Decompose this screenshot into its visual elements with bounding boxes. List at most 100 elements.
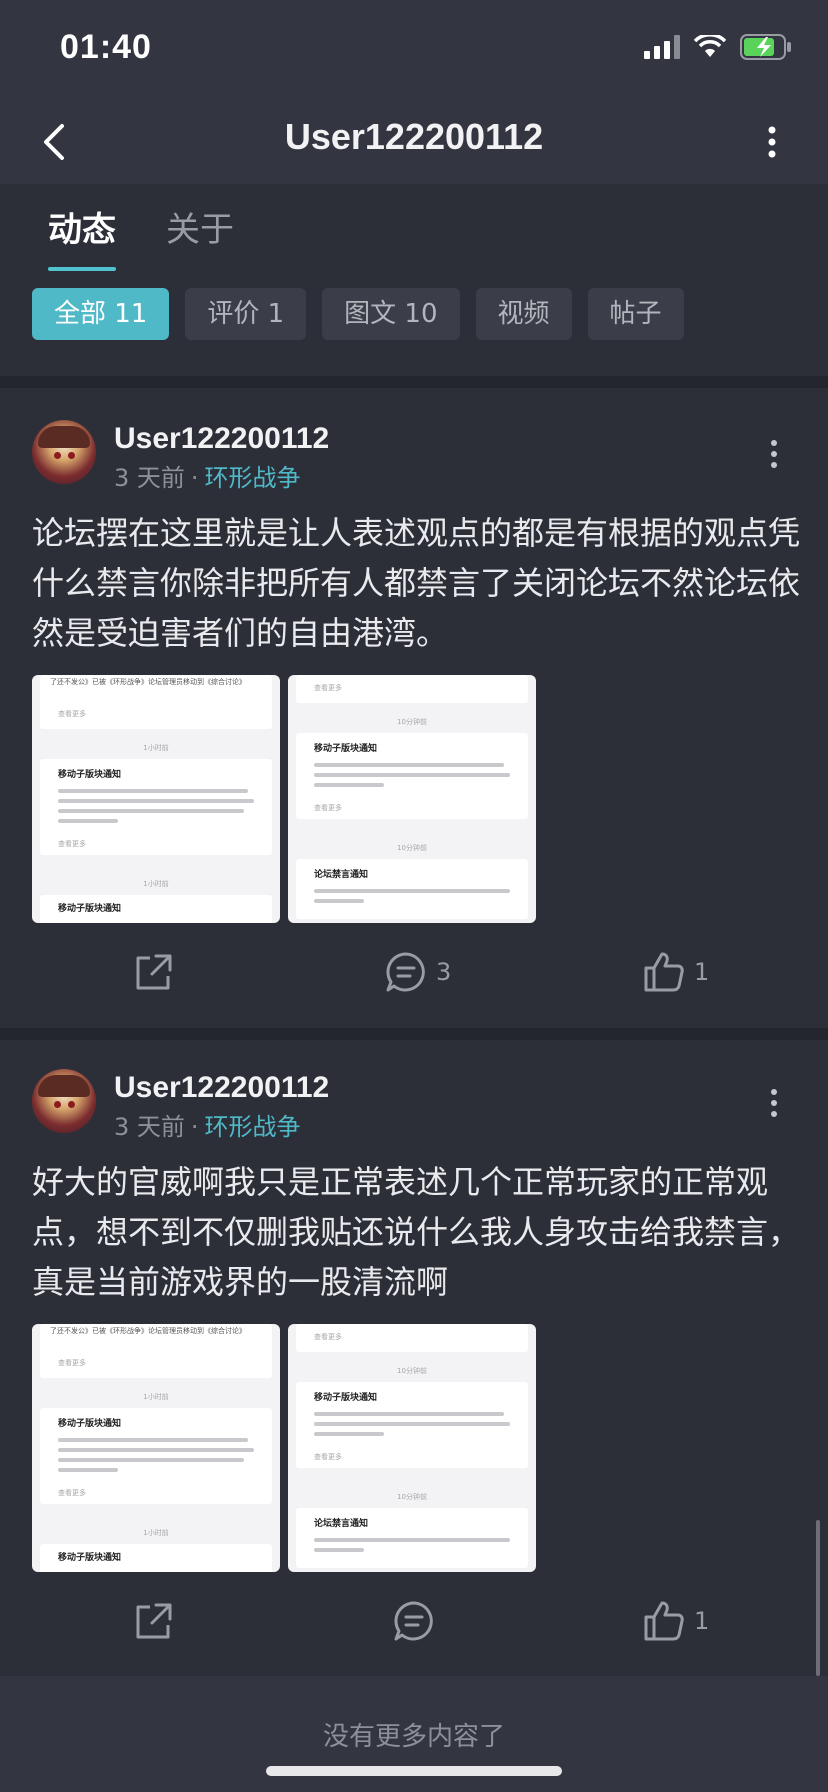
text-line (58, 1438, 248, 1442)
more-vertical-icon[interactable] (768, 1087, 780, 1119)
notice-more: 查看更多 (58, 710, 86, 718)
like-count: 1 (694, 958, 710, 986)
scrollbar[interactable] (816, 1520, 820, 1676)
notice-more: 查看更多 (314, 684, 342, 692)
text-line (58, 789, 248, 793)
tab-bar: 动态 关于 (48, 202, 234, 271)
screenshot-thumbnail[interactable]: 了还不发公》已被《环形战争》论坛管理员移动到《综合讨论》 查看更多 1小时前 移… (32, 1324, 280, 1572)
post-time: 3 天前 (114, 1113, 185, 1141)
battery-charging-icon (740, 34, 791, 60)
section-divider (0, 376, 828, 388)
avatar-hair (38, 426, 90, 448)
filter-chip-posts[interactable]: 帖子 (587, 288, 684, 340)
notice-body: 了还不发公》已被《环形战争》论坛管理员移动到《综合讨论》 (50, 678, 246, 686)
screenshot-thumbnail[interactable]: 了还不发公》已被《环形战争》论坛管理员移动到《综合讨论》 查看更多 1小时前 移… (32, 675, 280, 923)
text-line (58, 809, 244, 813)
tab-dynamics[interactable]: 动态 (48, 202, 116, 271)
meta-separator: · (190, 464, 199, 492)
notice-time: 1小时前 (143, 1393, 169, 1401)
post-actions: 3 1 (0, 950, 828, 1010)
notice-time: 10分钟前 (397, 718, 427, 726)
feed-post[interactable]: User122200112 3 天前 · 环形战争 好大的官威啊我只是正常表述几个正… (0, 1037, 828, 1677)
text-line (314, 773, 510, 777)
text-line (314, 899, 364, 903)
more-vertical-icon[interactable] (760, 122, 784, 162)
avatar-eye (54, 452, 61, 459)
notice-more: 查看更多 (58, 1489, 86, 1497)
avatar[interactable] (32, 420, 96, 484)
notice-title: 论坛禁言通知 (314, 870, 369, 880)
share-icon (136, 1603, 172, 1639)
notice-more: 查看更多 (314, 1453, 342, 1461)
post-text[interactable]: 论坛摆在这里就是让人表述观点的都是有根据的观点凭什么禁言你除非把所有人都禁言了关… (32, 508, 802, 658)
notice-card: 查看更多 (296, 675, 528, 703)
notice-card: 论坛禁言通知 (296, 1508, 528, 1568)
notice-body: 了还不发公》已被《环形战争》论坛管理员移动到《综合讨论》 (50, 1327, 246, 1335)
more-vertical-icon[interactable] (768, 438, 780, 470)
thumbs-up-icon (644, 1601, 684, 1641)
avatar-eye (54, 1101, 61, 1108)
notice-title: 移动子版块通知 (314, 744, 378, 754)
filter-chip-video[interactable]: 视频 (475, 288, 572, 340)
comment-icon (394, 1601, 433, 1641)
no-more-content-label: 没有更多内容了 (322, 1722, 505, 1752)
notice-more: 查看更多 (58, 840, 86, 848)
notice-card: 移动子版块通知 (40, 895, 272, 923)
notice-time: 10分钟前 (397, 1367, 427, 1375)
notice-title: 论坛禁言通知 (314, 1519, 369, 1529)
text-line (314, 1538, 510, 1542)
post-meta: 3 天前 · 环形战争 (114, 1107, 301, 1142)
text-line (314, 763, 504, 767)
filter-chip-image-text[interactable]: 图文 10 (322, 288, 460, 340)
like-button[interactable]: 1 (642, 1599, 709, 1643)
author-name[interactable]: User122200112 (114, 1071, 329, 1105)
comment-icon (386, 952, 425, 992)
avatar[interactable] (32, 1069, 96, 1133)
filter-chip-reviews[interactable]: 评价 1 (185, 288, 307, 340)
share-button[interactable] (132, 1599, 176, 1643)
text-line (58, 1468, 118, 1472)
notice-card: 移动子版块通知 查看更多 (40, 1408, 272, 1504)
notice-time: 1小时前 (143, 1529, 169, 1537)
notice-more: 查看更多 (314, 804, 342, 812)
text-line (314, 889, 510, 893)
share-button[interactable] (132, 950, 176, 994)
text-line (314, 1432, 384, 1436)
notice-card: 移动子版块通知 查看更多 (40, 759, 272, 855)
status-bar: 01:40 (0, 0, 828, 100)
notice-time: 10分钟前 (397, 1493, 427, 1501)
text-line (58, 819, 118, 823)
feed-post[interactable]: User122200112 3 天前 · 环形战争 论坛摆在这里就是让人表述观点的都… (0, 388, 828, 1028)
status-time: 01:40 (60, 28, 152, 66)
notice-card: 移动子版块通知 查看更多 (296, 733, 528, 819)
tab-about[interactable]: 关于 (166, 202, 234, 271)
screenshot-thumbnail[interactable]: 查看更多 10分钟前 移动子版块通知 查看更多 10分钟前 论坛禁言通知 (288, 675, 536, 923)
home-indicator[interactable] (266, 1766, 562, 1776)
text-line (314, 1412, 504, 1416)
notice-card: 移动子版块通知 (40, 1544, 272, 1572)
comment-button[interactable]: 3 (384, 950, 451, 994)
filter-chip-all[interactable]: 全部 11 (32, 288, 170, 340)
notice-title: 移动子版块通知 (58, 904, 122, 914)
image-grid: 了还不发公》已被《环形战争》论坛管理员移动到《综合讨论》 查看更多 1小时前 移… (32, 1324, 536, 1572)
profile-header: 动态 关于 全部 11 评价 1 图文 10 视频 帖子 (0, 184, 828, 376)
notice-title: 移动子版块通知 (314, 1393, 378, 1403)
like-button[interactable]: 1 (642, 950, 709, 994)
author-name[interactable]: User122200112 (114, 422, 329, 456)
screenshot-thumbnail[interactable]: 查看更多 10分钟前 移动子版块通知 查看更多 10分钟前 论坛禁言通知 (288, 1324, 536, 1572)
filter-chips: 全部 11 评价 1 图文 10 视频 帖子 (32, 288, 684, 340)
notice-more: 查看更多 (58, 1359, 86, 1367)
comment-button[interactable] (392, 1599, 444, 1643)
text-line (58, 1458, 244, 1462)
share-icon (136, 954, 172, 990)
post-text[interactable]: 好大的官威啊我只是正常表述几个正常玩家的正常观点，想不到不仅删我贴还说什么我人身… (32, 1157, 802, 1307)
status-icons (644, 34, 792, 60)
notice-card: 了还不发公》已被《环形战争》论坛管理员移动到《综合讨论》 查看更多 (40, 1324, 272, 1378)
text-line (314, 1422, 510, 1426)
avatar-eye (68, 1101, 75, 1108)
game-tag[interactable]: 环形战争 (205, 464, 301, 492)
notice-time: 10分钟前 (397, 844, 427, 852)
game-tag[interactable]: 环形战争 (205, 1113, 301, 1141)
notice-card: 论坛禁言通知 (296, 859, 528, 919)
nav-bar: User122200112 (0, 100, 828, 184)
